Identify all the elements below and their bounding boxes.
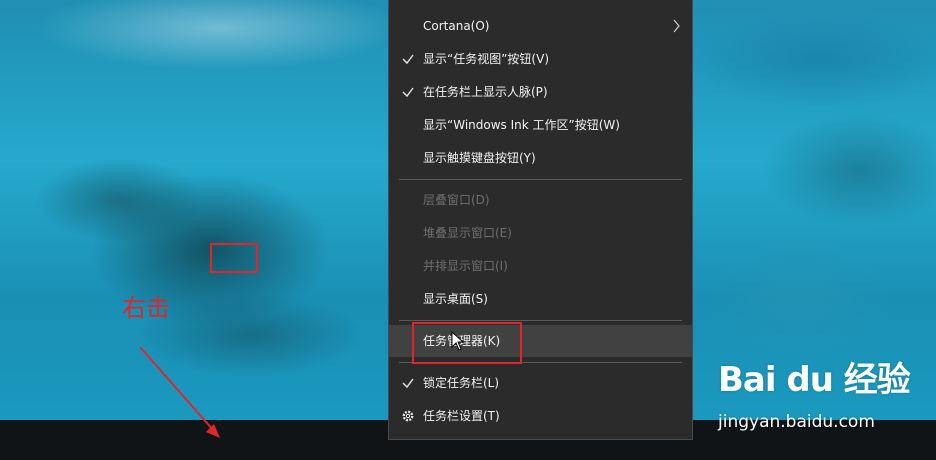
watermark-brand: Bai du 经验 bbox=[718, 360, 911, 400]
gear-icon bbox=[402, 410, 414, 422]
menu-item-label: Cortana(O) bbox=[423, 19, 490, 33]
checkmark-icon bbox=[402, 87, 414, 98]
menu-item-cortana[interactable]: Cortana(O) bbox=[389, 10, 692, 42]
menu-item-show-task-view[interactable]: 显示“任务视图”按钮(V) bbox=[389, 43, 692, 75]
menu-item-cascade-windows: 层叠窗口(D) bbox=[389, 184, 692, 216]
menu-separator bbox=[399, 320, 682, 321]
menu-item-show-people[interactable]: 在任务栏上显示人脉(P) bbox=[389, 76, 692, 108]
checkmark-icon bbox=[402, 54, 414, 65]
menu-item-label: 任务栏设置(T) bbox=[423, 409, 500, 423]
menu-item-label: 锁定任务栏(L) bbox=[423, 376, 500, 390]
menu-item-stack-windows: 堆叠显示窗口(E) bbox=[389, 217, 692, 249]
baidu-jingyan-watermark: Bai du 经验 jingyan.baidu.com bbox=[718, 352, 918, 444]
menu-item-label: 在任务栏上显示人脉(P) bbox=[423, 85, 548, 99]
menu-item-label: 显示“任务视图”按钮(V) bbox=[423, 52, 550, 66]
menu-item-lock-taskbar[interactable]: 锁定任务栏(L) bbox=[389, 367, 692, 399]
menu-separator bbox=[399, 179, 682, 180]
menu-item-label: 堆叠显示窗口(E) bbox=[423, 226, 512, 240]
menu-item-side-by-side-windows: 并排显示窗口(I) bbox=[389, 250, 692, 282]
menu-item-show-desktop[interactable]: 显示桌面(S) bbox=[389, 283, 692, 315]
chevron-right-icon bbox=[673, 19, 680, 33]
annotation-box-task-manager bbox=[412, 322, 522, 364]
menu-item-show-windows-ink[interactable]: 显示“Windows Ink 工作区”按钮(W) bbox=[389, 109, 692, 141]
menu-item-taskbar-settings[interactable]: 任务栏设置(T) bbox=[389, 400, 692, 432]
menu-item-label: 显示触摸键盘按钮(Y) bbox=[423, 151, 536, 165]
menu-item-label: 层叠窗口(D) bbox=[423, 193, 490, 207]
checkmark-icon bbox=[402, 378, 414, 389]
menu-item-label: 并排显示窗口(I) bbox=[423, 259, 508, 273]
menu-item-label: 显示“Windows Ink 工作区”按钮(W) bbox=[423, 118, 620, 132]
menu-item-label: 显示桌面(S) bbox=[423, 292, 488, 306]
taskbar-context-menu: Cortana(O) 显示“任务视图”按钮(V) 在任务栏上显示人脉(P) 显示… bbox=[388, 0, 693, 440]
mouse-cursor-icon bbox=[451, 331, 465, 351]
menu-item-show-touch-keyboard[interactable]: 显示触摸键盘按钮(Y) bbox=[389, 142, 692, 174]
watermark-url: jingyan.baidu.com bbox=[718, 412, 875, 432]
